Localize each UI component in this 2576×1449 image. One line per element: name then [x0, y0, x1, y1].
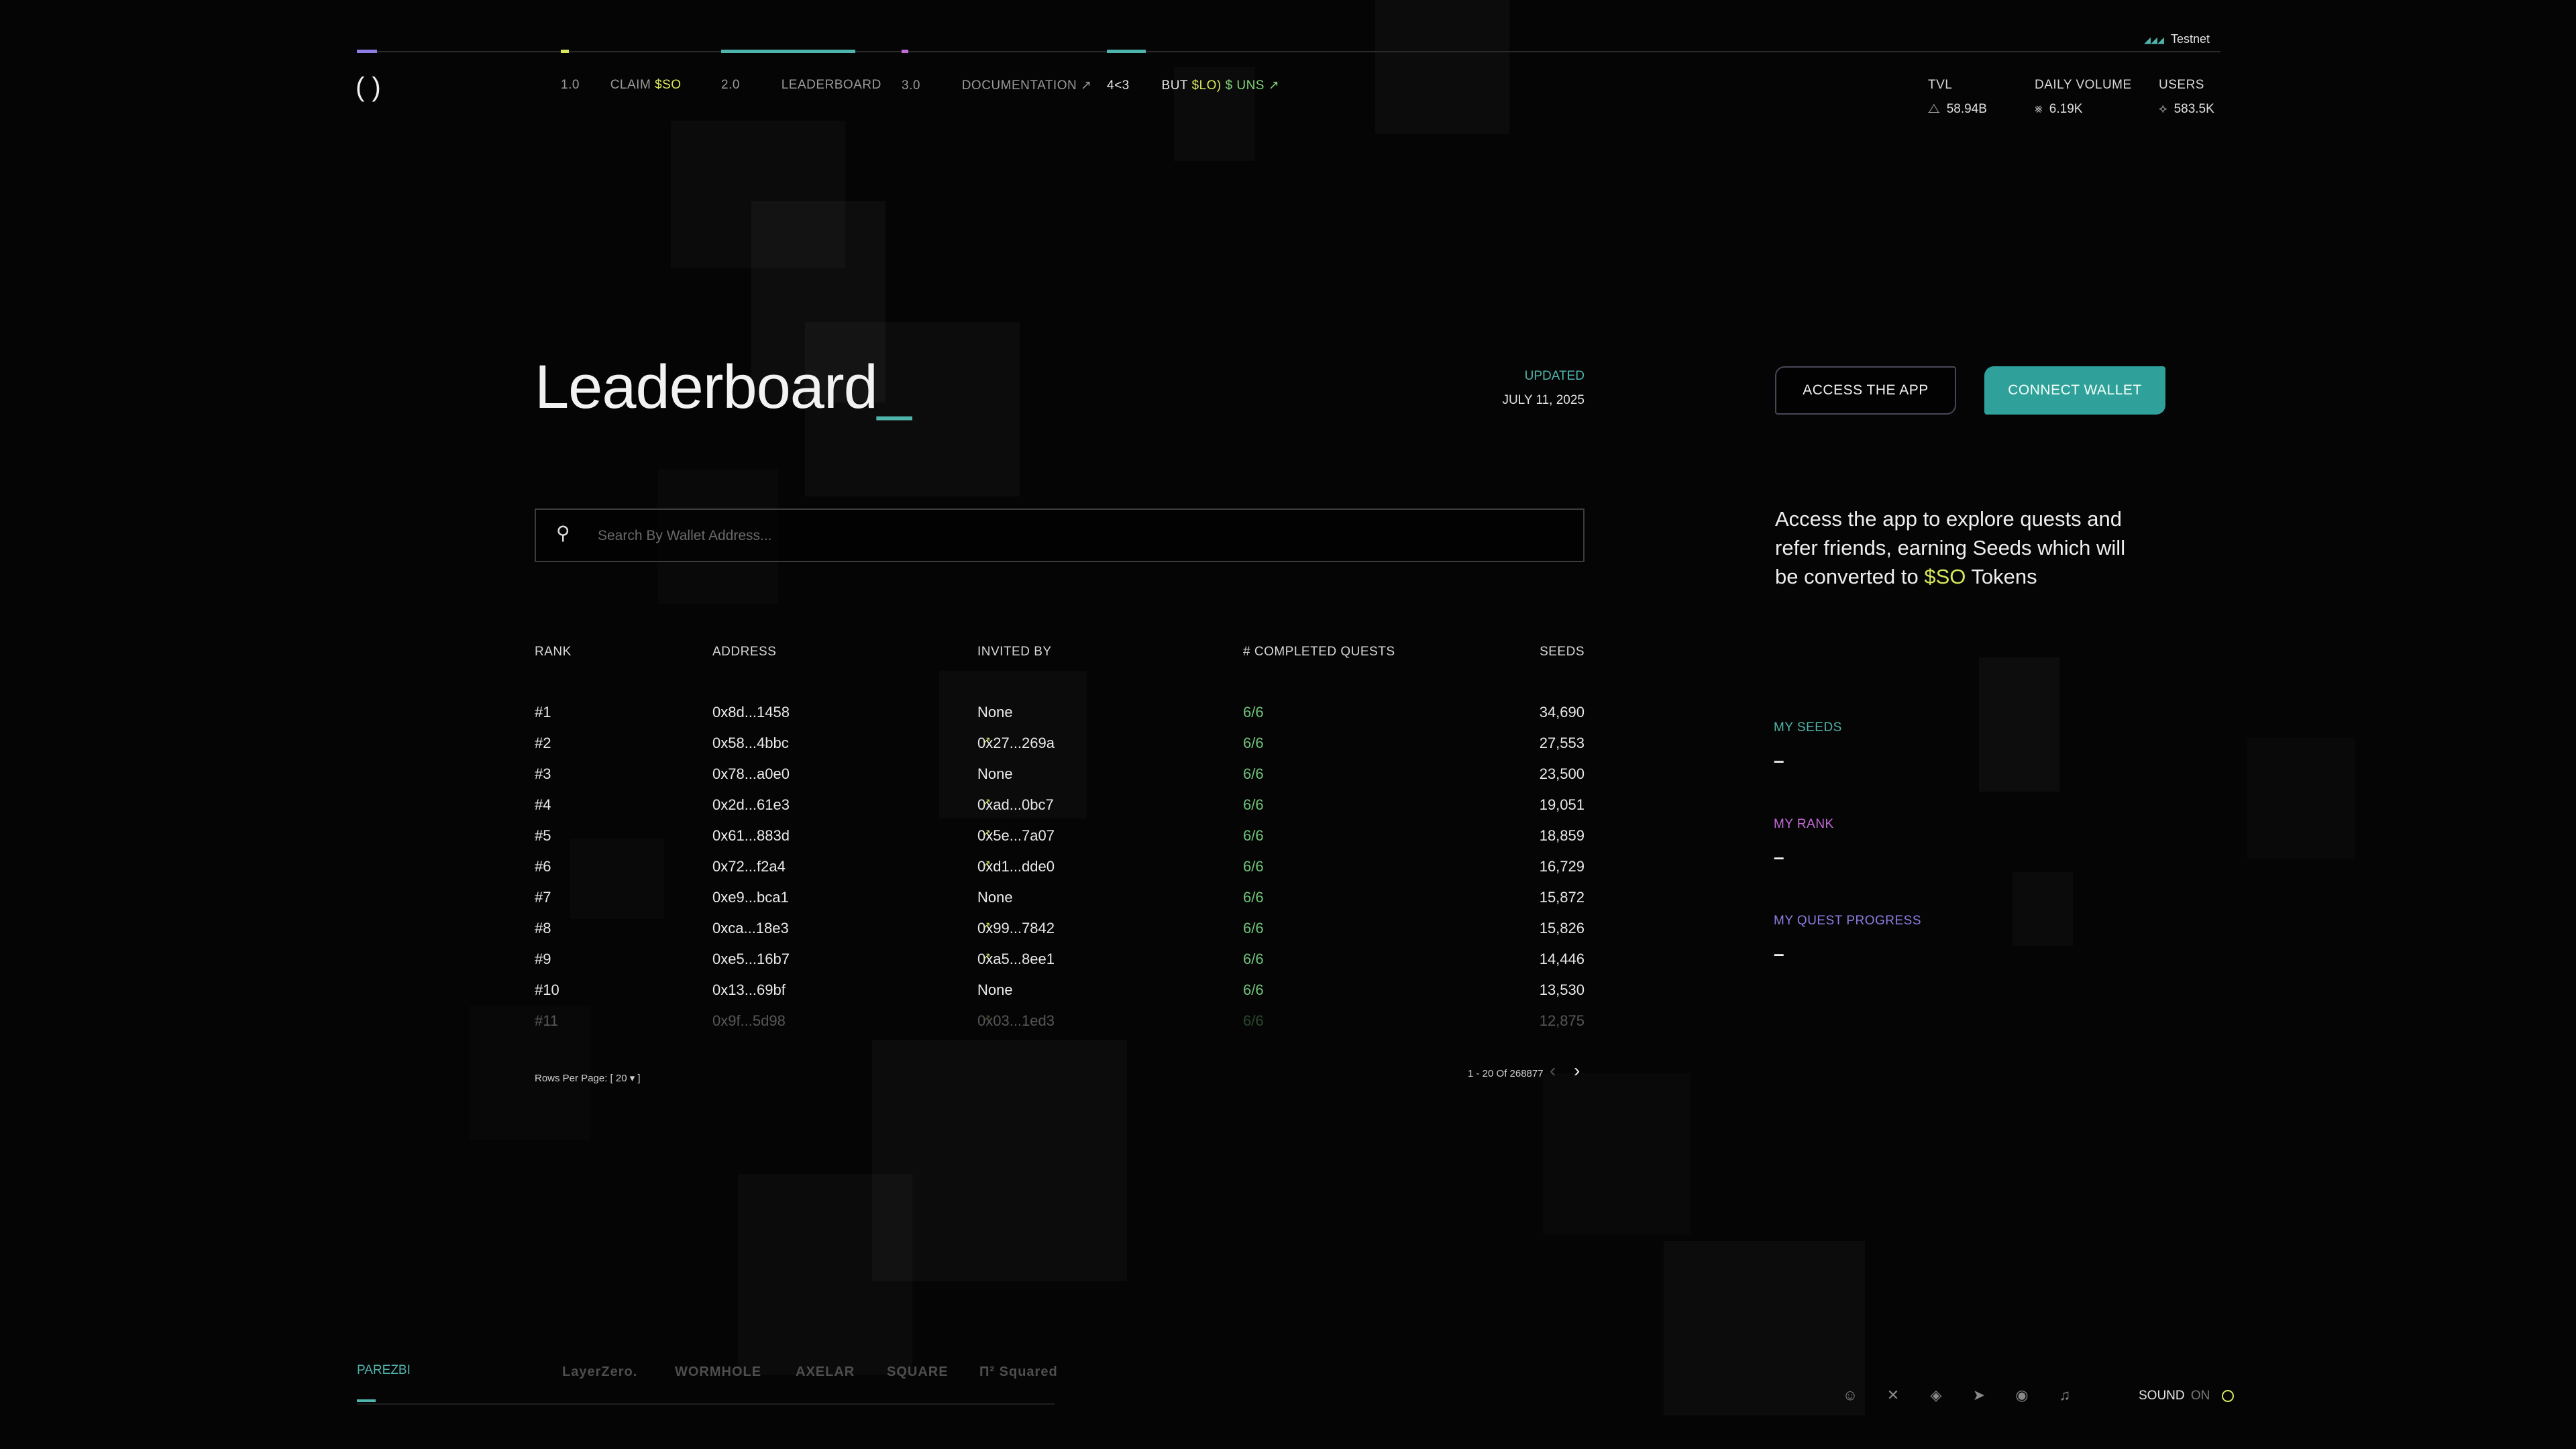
app-logo[interactable]: ( ) — [356, 72, 381, 103]
external-link-icon: ↗ — [1268, 78, 1280, 93]
sound-toggle[interactable]: SOUND ON — [2139, 1389, 2234, 1403]
updated-info: UPDATED JULY 11, 2025 — [1502, 369, 1585, 407]
external-link-icon: ↗ — [983, 796, 991, 807]
external-link-icon: ↗ — [983, 1012, 991, 1023]
x-icon[interactable]: ✕ — [1884, 1386, 1902, 1405]
stat-daily-volume: DAILY VOLUME ⨳ 6.19K — [2035, 78, 2132, 116]
connect-wallet-button[interactable]: CONNECT WALLET — [1984, 366, 2165, 415]
table-row[interactable]: #9 0xe5...16b7 0xa5...8ee1 ↗ 6/6 14,446 — [535, 951, 1585, 981]
accent-mark — [1107, 50, 1146, 53]
external-link-icon: ↗ — [1081, 78, 1092, 93]
stat-users: USERS ⟡ 583.5K — [2159, 78, 2214, 116]
table-row[interactable]: #7 0xe9...bca1 None 6/6 15,872 — [535, 889, 1585, 920]
footer-accent — [357, 1399, 376, 1402]
search-input[interactable] — [596, 510, 1538, 562]
table-row[interactable]: #5 0x61...883d 0x5e...7a07 ↗ 6/6 18,859 — [535, 827, 1585, 858]
tvl-icon: ⧍ — [1928, 102, 1940, 116]
page-title: Leaderboard_ — [535, 353, 912, 421]
nav-item-leaderboard[interactable]: 2.0 LEADERBOARD — [721, 78, 881, 93]
partner-logo-wormhole: WORMHOLE — [675, 1364, 762, 1379]
sound-indicator-icon — [2221, 1389, 2234, 1402]
column-header-invited-by[interactable]: INVITED BY — [977, 645, 1052, 659]
table-row[interactable]: #1 0x8d...1458 None 6/6 34,690 — [535, 704, 1585, 735]
table-row[interactable]: #11 0x9f...5d98 0x03...1ed3 ↗ 6/6 12,875 — [535, 1012, 1585, 1028]
users-icon: ⟡ — [2159, 102, 2167, 116]
chevron-left-icon: ‹ — [1550, 1060, 1556, 1081]
my-quest-progress: MY QUEST PROGRESS – — [1774, 914, 1922, 964]
column-header-seeds[interactable]: SEEDS — [1476, 645, 1585, 659]
accent-mark — [561, 50, 569, 53]
previous-page-button[interactable]: ‹ — [1550, 1060, 1556, 1081]
docs-icon[interactable]: ◈ — [1927, 1386, 1945, 1405]
external-link-icon: ↗ — [983, 858, 991, 869]
column-header-address[interactable]: ADDRESS — [712, 645, 776, 659]
footer-section-label: PAREZBI — [357, 1363, 411, 1377]
my-rank: MY RANK – — [1774, 817, 1834, 867]
search-box[interactable]: ⚲ — [535, 508, 1585, 562]
accent-mark — [902, 50, 908, 53]
partner-logo-layerzero: LayerZero. — [562, 1364, 638, 1379]
column-header-rank[interactable]: RANK — [535, 645, 572, 659]
volume-icon: ⨳ — [2035, 102, 2043, 116]
nav-active-indicator — [721, 50, 855, 53]
accent-mark — [357, 50, 377, 53]
external-link-icon: ↗ — [983, 827, 991, 838]
table-row[interactable]: #10 0x13...69bf None 6/6 13,530 — [535, 981, 1585, 1012]
access-app-button[interactable]: ACCESS THE APP — [1775, 366, 1956, 415]
signal-icon: ◢◢◢ — [2144, 35, 2164, 45]
external-link-icon: ↗ — [983, 951, 991, 961]
pagination-info: 1 - 20 Of 268877 — [1468, 1068, 1544, 1079]
promo-text: Access the app to explore quests and ref… — [1775, 507, 2126, 588]
nav-item-buy[interactable]: 4<3 BUT $LO) $ UNS ↗ — [1107, 78, 1279, 93]
table-row[interactable]: #3 0x78...a0e0 None 6/6 23,500 — [535, 765, 1585, 796]
my-seeds: MY SEEDS – — [1774, 720, 1842, 771]
column-header-completed-quests[interactable]: # COMPLETED QUESTS — [1243, 645, 1395, 659]
top-divider — [357, 51, 2220, 52]
discord-icon[interactable]: ☺ — [1841, 1386, 1860, 1405]
nav-item-documentation[interactable]: 3.0 DOCUMENTATION ↗ — [902, 78, 1091, 93]
telegram-icon[interactable]: ➤ — [1970, 1386, 1988, 1405]
footer-divider — [357, 1403, 1055, 1405]
bell-icon[interactable]: ♫ — [2055, 1386, 2074, 1405]
network-badge[interactable]: ◢◢◢ Testnet — [2144, 32, 2210, 46]
next-page-button[interactable]: › — [1574, 1060, 1580, 1081]
external-link-icon: ↗ — [983, 735, 991, 745]
external-link-icon: ↗ — [983, 920, 991, 930]
partner-logo-square: SQUARE — [887, 1364, 949, 1379]
partner-logo-pi-squared: Π² Squared — [979, 1364, 1058, 1379]
table-row[interactable]: #2 0x58...4bbc 0x27...269a ↗ 6/6 27,553 — [535, 735, 1585, 765]
table-row[interactable]: #6 0x72...f2a4 0xd1...dde0 ↗ 6/6 16,729 — [535, 858, 1585, 889]
nav-item-claim[interactable]: 1.0 CLAIM $SO — [561, 78, 682, 93]
search-icon: ⚲ — [556, 523, 570, 543]
partner-logo-axelar: AXELAR — [796, 1364, 855, 1379]
rows-per-page-select[interactable]: Rows Per Page: [ 20 ▾ ] — [535, 1072, 641, 1084]
stat-tvl: TVL ⧍ 58.94B — [1928, 78, 1987, 116]
table-row[interactable]: #4 0x2d...61e3 0xad...0bc7 ↗ 6/6 19,051 — [535, 796, 1585, 827]
chevron-right-icon: › — [1574, 1060, 1580, 1081]
github-icon[interactable]: ◉ — [2012, 1386, 2031, 1405]
table-row[interactable]: #8 0xca...18e3 0x99...7842 ↗ 6/6 15,826 — [535, 920, 1585, 951]
